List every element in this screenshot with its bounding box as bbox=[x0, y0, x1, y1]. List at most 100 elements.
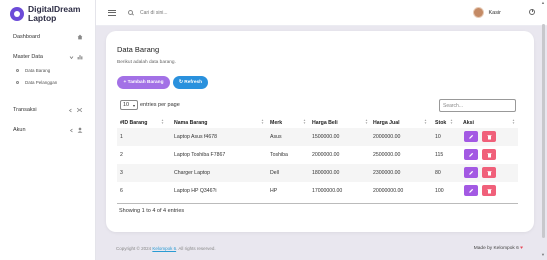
home-icon bbox=[77, 34, 83, 40]
sort-icon[interactable]: ▲ ▼ bbox=[261, 119, 264, 125]
bullet-icon bbox=[16, 68, 19, 72]
delete-button[interactable] bbox=[482, 167, 496, 178]
entries-per-page-select[interactable]: 10 ▾ bbox=[120, 100, 138, 110]
cell-stock: 115 bbox=[435, 152, 444, 158]
sort-icon[interactable]: ▲ ▼ bbox=[424, 119, 427, 125]
cell-id: 2 bbox=[120, 152, 123, 158]
sidebar: DigitalDream Laptop Dashboard Master Dat… bbox=[0, 0, 96, 260]
refresh-button[interactable]: ↻ Refresh bbox=[173, 76, 208, 89]
trash-icon bbox=[487, 134, 491, 139]
sort-icon[interactable]: ▲ ▼ bbox=[450, 119, 453, 125]
sidebar-subitem-label: Data Pelanggan bbox=[25, 79, 58, 85]
cell-brand: Asus bbox=[270, 134, 282, 140]
sidebar-subitem-data-pelanggan[interactable]: Data Pelanggan bbox=[0, 76, 95, 88]
sidebar-item-master-data[interactable]: Master Data bbox=[0, 50, 95, 64]
user-icon bbox=[77, 127, 83, 133]
copyright-prefix: Copyright © 2024 bbox=[116, 246, 152, 251]
cell-name: Laptop Toshiba F7867 bbox=[174, 152, 226, 158]
trash-icon bbox=[487, 152, 491, 157]
sort-icon[interactable]: ▲ ▼ bbox=[161, 119, 164, 125]
sort-icon[interactable]: ▲ ▼ bbox=[512, 119, 515, 125]
pencil-icon bbox=[469, 188, 474, 193]
column-header-id[interactable]: #ID Barang bbox=[120, 120, 147, 126]
main-card: Data Barang Berikut adalah data barang. … bbox=[106, 31, 534, 232]
footer-copyright: Copyright © 2024 Kelompok 6. All rights … bbox=[116, 246, 216, 251]
sidebar-item-dashboard[interactable]: Dashboard bbox=[0, 30, 95, 44]
column-header-buy-price[interactable]: Harga Beli bbox=[312, 120, 338, 126]
column-header-name[interactable]: Nama Barang bbox=[174, 120, 207, 126]
cell-name: Laptop HP Q346?i bbox=[174, 188, 217, 194]
delete-button[interactable] bbox=[482, 131, 496, 142]
cell-stock: 100 bbox=[435, 188, 444, 194]
table-row: 3 Charger Laptop Dell 1800000.00 2300000… bbox=[117, 164, 518, 182]
pencil-icon bbox=[469, 134, 474, 139]
sort-icon[interactable]: ▲ ▼ bbox=[303, 119, 306, 125]
column-header-sell-price[interactable]: Harga Jual bbox=[373, 120, 400, 126]
power-icon[interactable] bbox=[529, 8, 535, 15]
cell-brand: Toshiba bbox=[270, 152, 288, 158]
page-subtitle: Berikut adalah data barang. bbox=[117, 60, 176, 65]
cell-sell-price: 2000000.00 bbox=[373, 134, 401, 140]
brand-title: DigitalDream Laptop bbox=[28, 4, 80, 23]
trash-icon bbox=[487, 188, 491, 193]
search-input[interactable] bbox=[140, 9, 220, 16]
entries-length-control: 10 ▾ entries per page bbox=[120, 100, 180, 110]
sidebar-nav: Dashboard Master Data Data Barang Data P… bbox=[0, 30, 95, 137]
heart-icon: ♥ bbox=[520, 246, 523, 251]
scrollbar[interactable] bbox=[542, 24, 545, 238]
avatar bbox=[473, 7, 485, 18]
trash-icon bbox=[487, 170, 491, 175]
edit-button[interactable] bbox=[464, 185, 478, 196]
delete-button[interactable] bbox=[482, 149, 496, 160]
cell-stock: 10 bbox=[435, 134, 441, 140]
copyright-link[interactable]: Kelompok 6 bbox=[152, 246, 176, 251]
edit-button[interactable] bbox=[464, 149, 478, 160]
sidebar-item-akun[interactable]: Akun bbox=[0, 123, 95, 137]
cell-brand: Dell bbox=[270, 170, 279, 176]
cell-brand: HP bbox=[270, 188, 278, 194]
cell-id: 1 bbox=[120, 134, 123, 140]
sidebar-item-label: Akun bbox=[13, 127, 26, 133]
column-header-brand[interactable]: Merk bbox=[270, 120, 282, 126]
scroll-down-arrow-icon[interactable]: ▼ bbox=[541, 252, 545, 257]
pencil-icon bbox=[469, 152, 474, 157]
user-name: Kasir bbox=[488, 9, 501, 16]
sidebar-item-transaksi[interactable]: Transaksi bbox=[0, 103, 95, 117]
brand-title-line2: Laptop bbox=[28, 12, 57, 23]
edit-button[interactable] bbox=[464, 167, 478, 178]
sidebar-subitem-data-barang[interactable]: Data Barang bbox=[0, 64, 95, 76]
sidebar-subitem-label: Data Barang bbox=[25, 67, 51, 73]
chevron-down-icon bbox=[69, 55, 74, 59]
search-icon bbox=[128, 10, 133, 15]
sidebar-item-label: Transaksi bbox=[13, 107, 37, 113]
table-info: Showing 1 to 4 of 4 entries bbox=[119, 208, 185, 214]
bullet-icon bbox=[16, 80, 19, 84]
cell-buy-price: 1500000.00 bbox=[312, 134, 340, 140]
scroll-up-arrow-icon[interactable]: ▲ bbox=[541, 0, 545, 5]
arrows-icon bbox=[76, 107, 83, 113]
menu-toggle-icon[interactable] bbox=[108, 9, 116, 16]
made-by-text: Made by Kelompok 6 bbox=[473, 246, 519, 251]
table-row: 2 Laptop Toshiba F7867 Toshiba 2000000.0… bbox=[117, 146, 518, 164]
user-menu[interactable]: Kasir bbox=[473, 7, 501, 18]
add-item-button[interactable]: + Tambah Barang bbox=[117, 76, 170, 89]
edit-button[interactable] bbox=[464, 131, 478, 142]
column-header-stock[interactable]: Stok bbox=[435, 120, 446, 126]
cell-name: Laptop Asus f4678 bbox=[174, 134, 217, 140]
delete-button[interactable] bbox=[482, 185, 496, 196]
table-search-input[interactable]: Search... bbox=[439, 99, 516, 112]
copyright-suffix: . All rights reserved. bbox=[176, 246, 216, 251]
table-divider bbox=[117, 203, 518, 204]
bar-chart-icon bbox=[77, 55, 83, 60]
cell-buy-price: 17000000.00 bbox=[312, 188, 343, 194]
chevron-left-icon bbox=[69, 128, 73, 132]
cell-id: 6 bbox=[120, 188, 123, 194]
page-title: Data Barang bbox=[117, 45, 160, 54]
sidebar-item-label: Dashboard bbox=[13, 34, 40, 40]
brand[interactable]: DigitalDream Laptop bbox=[0, 0, 95, 24]
cell-name: Charger Laptop bbox=[174, 170, 211, 176]
cell-id: 3 bbox=[120, 170, 123, 176]
sort-icon[interactable]: ▲ ▼ bbox=[365, 119, 368, 125]
cell-sell-price: 20000000.00 bbox=[373, 188, 404, 194]
column-header-actions: Aksi bbox=[463, 120, 474, 126]
